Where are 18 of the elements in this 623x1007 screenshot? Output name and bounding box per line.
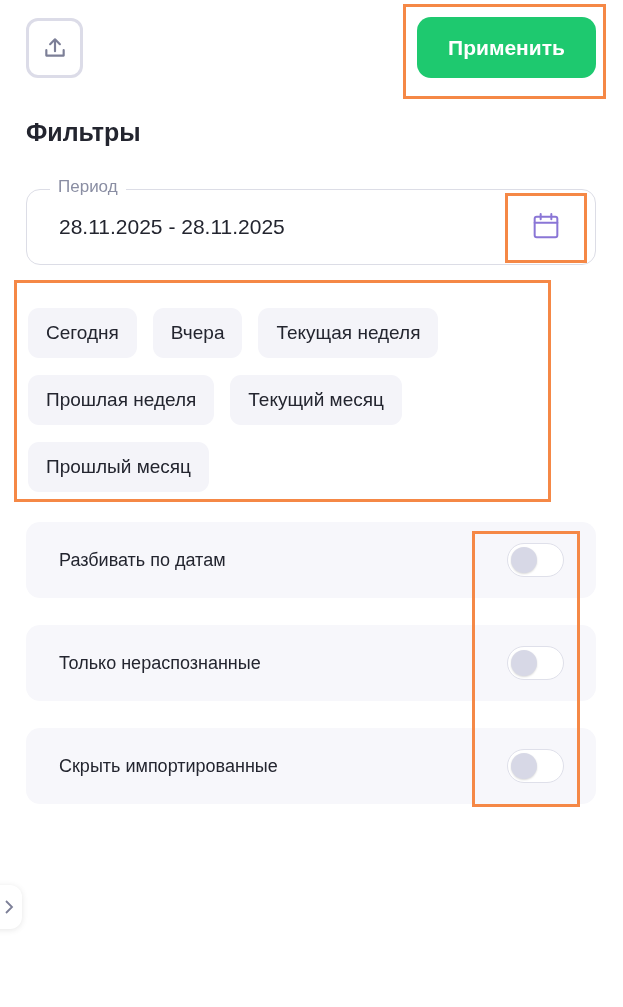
option-label: Разбивать по датам — [59, 549, 226, 571]
period-field[interactable]: Период 28.11.2025 - 28.11.2025 — [26, 177, 596, 265]
preset-chip[interactable]: Прошлый месяц — [28, 442, 209, 492]
option-label: Только нераспознанные — [59, 652, 261, 674]
export-button[interactable] — [26, 17, 83, 78]
preset-chip[interactable]: Прошлая неделя — [28, 375, 215, 425]
filters-title: Фильтры — [26, 117, 142, 147]
toggle-switch[interactable] — [507, 543, 564, 577]
toggle-switch[interactable] — [507, 646, 564, 680]
preset-chip[interactable]: Текущая неделя — [258, 308, 439, 358]
toggle-switch[interactable] — [507, 749, 564, 783]
option-label: Скрыть импортированные — [59, 755, 278, 777]
field-value: 28.11.2025 - 28.11.2025 — [59, 215, 285, 239]
preset-chip[interactable]: Текущий месяц — [230, 375, 402, 425]
preset-chip[interactable]: Сегодня — [28, 308, 137, 358]
preset-chip[interactable]: Вчера — [152, 308, 243, 358]
chevron-right-icon — [4, 899, 14, 915]
field-label: Период — [50, 177, 126, 197]
